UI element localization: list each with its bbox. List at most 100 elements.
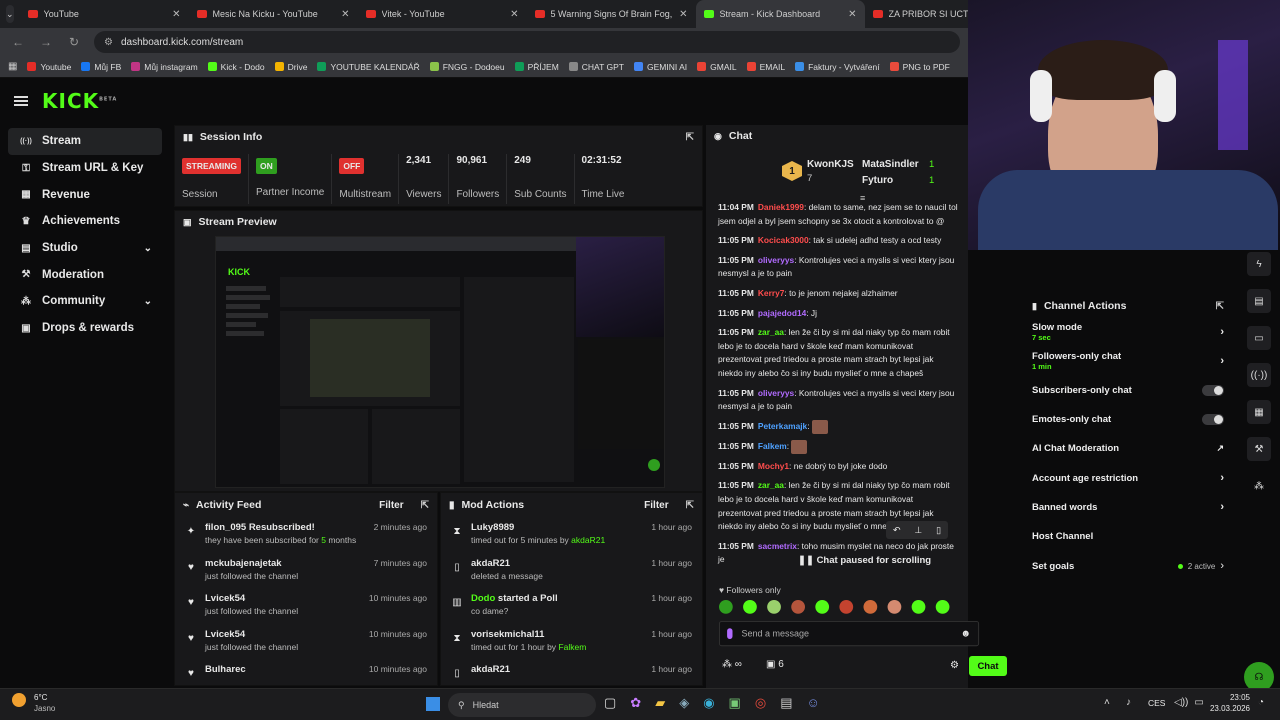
chat-icon[interactable]: ▭ <box>1247 326 1271 350</box>
community-infinite-icon[interactable]: ⁂ ∞ <box>722 659 742 670</box>
chevron-down-icon[interactable]: ⌄ <box>144 296 152 307</box>
bookmark[interactable]: EMAIL <box>746 62 785 72</box>
emote-icon[interactable] <box>935 600 950 614</box>
chat-username[interactable]: Mochy1 <box>758 461 789 471</box>
bookmark[interactable]: Drive <box>274 62 307 72</box>
bookmark[interactable]: PNG to PDF <box>889 62 950 72</box>
sidebar-item-revenue[interactable]: ▦ Revenue <box>8 181 162 208</box>
bookmark[interactable]: Můj instagram <box>131 62 198 72</box>
chevron-down-icon[interactable]: ⌄ <box>144 243 152 254</box>
close-icon[interactable]: ✕ <box>848 9 856 20</box>
close-icon[interactable]: ✕ <box>172 9 180 20</box>
browser-tab[interactable]: 5 Warning Signs Of Brain Fog, I ✕ <box>527 0 696 28</box>
broadcast-icon[interactable]: ((·)) <box>1247 363 1271 387</box>
sidebar-item-achievements[interactable]: ♛ Achievements <box>8 208 162 235</box>
bookmark[interactable]: CHAT GPT <box>568 62 624 72</box>
close-icon[interactable]: ✕ <box>510 9 518 20</box>
bookmark[interactable]: FNGG - Dodoeu <box>429 62 505 72</box>
chat-username[interactable]: zar_aa <box>758 327 784 337</box>
stream-preview-video[interactable]: KICK <box>215 236 665 488</box>
pin-icon[interactable]: ⊥ <box>914 525 922 536</box>
chat-message[interactable]: 11:05 PM zar_aa: len že či by si mi dal n… <box>706 326 968 380</box>
chevron-right-icon[interactable]: › <box>1220 326 1224 338</box>
channel-action-account-age-restriction[interactable]: Account age restriction › <box>1024 463 1232 492</box>
chat-message[interactable]: 11:04 PM Daniek1999: delam to same, nez j… <box>706 201 968 228</box>
chat-message[interactable]: 11:05 PM oliveryys: Kontrolujes veci a my… <box>706 387 968 414</box>
send-chat-button[interactable]: Chat <box>969 656 1007 676</box>
chevron-right-icon[interactable]: › <box>1220 472 1224 484</box>
chevron-right-icon[interactable]: › <box>1220 355 1224 367</box>
chat-message[interactable]: 11:05 PM Falkem: <box>706 439 968 454</box>
wrench-icon[interactable]: ⚒ <box>1247 437 1271 461</box>
trash-icon[interactable]: ▯ <box>936 525 941 536</box>
channel-action-emotes-only-chat[interactable]: Emotes-only chat <box>1024 405 1232 434</box>
emote-icon[interactable] <box>887 600 902 614</box>
app-icon[interactable]: ▤ <box>780 695 792 711</box>
chat-message[interactable]: 11:05 PM Kerry7: to je jenom nejakej alzh… <box>706 287 968 301</box>
tray-icons[interactable]: ◁)) ▭ <box>1174 697 1204 708</box>
bookmark[interactable]: GMAIL <box>697 62 737 72</box>
chat-username[interactable]: Daniek1999 <box>758 202 804 212</box>
menu-icon[interactable] <box>14 96 28 106</box>
mic-tray-icon[interactable]: ♪ <box>1126 697 1131 708</box>
popout-icon[interactable]: ⇱ <box>421 500 429 511</box>
bookmark[interactable]: Kick - Dodo <box>207 62 265 72</box>
settings-icon[interactable]: ⚙ <box>950 660 959 671</box>
channel-action-followers-only-chat[interactable]: Followers-only chat 1 min › <box>1024 346 1232 375</box>
emote-icon[interactable] <box>719 600 733 614</box>
window-icon[interactable]: ▦ <box>1247 400 1271 424</box>
emote-icon[interactable] <box>863 600 878 614</box>
start-icon[interactable] <box>426 697 440 711</box>
sidebar-item-moderation[interactable]: ⚒ Moderation <box>8 261 162 288</box>
external-link-icon[interactable]: ↗ <box>1216 443 1224 454</box>
chat-username[interactable]: Kerry7 <box>758 288 785 298</box>
chevron-right-icon[interactable]: › <box>1220 560 1224 572</box>
undo-icon[interactable]: ↶ <box>893 525 901 536</box>
language-indicator[interactable]: CES <box>1148 698 1165 708</box>
chat-username[interactable]: oliveryys <box>758 255 794 265</box>
weather-icon[interactable] <box>12 693 26 707</box>
sidebar-item-stream[interactable]: ((·)) Stream <box>8 128 162 155</box>
site-info-icon[interactable]: ⚙ <box>104 37 113 48</box>
task-view-icon[interactable]: ▢ <box>604 695 616 711</box>
discord-icon[interactable]: ☺ <box>806 695 819 711</box>
file-explorer-icon[interactable]: ▰ <box>655 695 665 711</box>
taskbar-search[interactable]: ⚲ Hledat <box>448 693 596 717</box>
mic-icon[interactable] <box>727 628 733 639</box>
filter-button[interactable]: Filter <box>644 500 668 511</box>
emote-icon[interactable] <box>791 600 805 614</box>
chevron-right-icon[interactable]: › <box>1220 501 1224 513</box>
chat-username[interactable]: oliveryys <box>758 388 794 398</box>
sidebar-item-drops-rewards[interactable]: ▣ Drops & rewards <box>8 315 162 342</box>
chat-message[interactable]: 11:05 PM Kocicak3000: tak si udelej adhd … <box>706 234 968 248</box>
bookmark[interactable]: PŘÍJEM <box>514 62 559 72</box>
gift-count[interactable]: ▣ 6 <box>766 659 784 670</box>
copilot-icon[interactable]: ✿ <box>630 695 641 711</box>
settings-app-icon[interactable]: ◈ <box>679 695 689 711</box>
channel-action-host-channel[interactable]: Host Channel <box>1024 522 1232 551</box>
browser-tab[interactable]: Vitek - YouTube ✕ <box>358 0 527 28</box>
emote-icon[interactable] <box>743 600 757 614</box>
clock-time[interactable]: 23:05 <box>1212 693 1250 702</box>
sidebar-item-studio[interactable]: ▤ Studio ⌄ <box>8 235 162 262</box>
browser-tab[interactable]: Mesic Na Kicku - YouTube ✕ <box>189 0 358 28</box>
chat-username[interactable]: Peterkamajk <box>758 421 807 431</box>
popout-icon[interactable]: ⇱ <box>1216 301 1224 312</box>
chat-message[interactable]: 11:05 PM Mochy1: ne dobrý to byl joke dod… <box>706 460 968 474</box>
channel-action-slow-mode[interactable]: Slow mode 7 sec › <box>1024 317 1232 346</box>
chat-username[interactable]: Kocicak3000 <box>758 235 809 245</box>
kick-logo[interactable]: KICKBETA <box>42 89 117 113</box>
bookmark[interactable]: YOUTUBE KALENDÁŘ <box>317 62 420 72</box>
browser-tab[interactable]: Stream - Kick Dashboard ✕ <box>695 0 865 28</box>
channel-action-ai-chat-moderation[interactable]: AI Chat Moderation ↗ <box>1024 434 1232 463</box>
chat-username[interactable]: sacmetrix <box>758 541 797 551</box>
chat-paused-banner[interactable]: ❚❚ Chat paused for scrolling <box>794 553 936 568</box>
gift-leaderboard[interactable]: 1 KwonKJS 7 MataSindler 1 Fyturo 1 <box>782 157 952 189</box>
channel-action-subscribers-only-chat[interactable]: Subscribers-only chat <box>1024 376 1232 405</box>
back-icon[interactable]: ← <box>10 35 26 49</box>
toggle-switch[interactable] <box>1202 414 1224 426</box>
toggle-switch[interactable] <box>1202 384 1224 396</box>
emote-icon[interactable] <box>911 600 926 614</box>
notification-icon[interactable]: ◔ <box>1258 697 1264 708</box>
bookmark[interactable]: GEMINI AI <box>633 62 687 72</box>
